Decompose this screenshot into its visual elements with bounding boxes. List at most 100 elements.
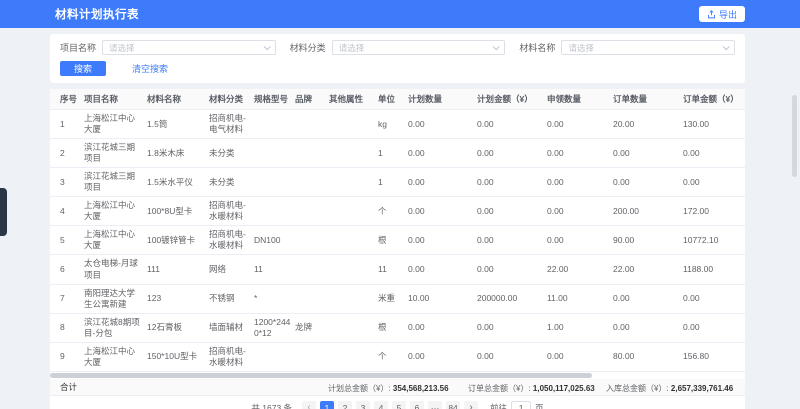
table-cell: 米重 (376, 284, 406, 313)
table-body: 1上海松江中心大厦1.5筒招商机电-电气材料kg0.000.000.0020.0… (50, 110, 745, 372)
table-cell: 10772.10 (681, 226, 745, 255)
table-cell: 0.00 (475, 313, 545, 342)
pagination-next-button[interactable]: › (464, 401, 478, 409)
table-cell: 1188.00 (681, 255, 745, 284)
table-row: 9上海松江中心大厦150*10U型卡招商机电-水暖材料个0.000.000.00… (50, 342, 745, 371)
table-cell: 0.00 (681, 168, 745, 197)
table-cell: 1.5筒 (145, 110, 207, 139)
table-cell: 0.00 (475, 342, 545, 371)
material-name-select[interactable]: 请选择 (561, 40, 735, 55)
project-name-select[interactable]: 请选择 (102, 40, 276, 55)
column-header-2: 材料名称 (145, 89, 207, 110)
table-cell: 个 (376, 342, 406, 371)
filter-row: 项目名称 请选择 材料分类 请选择 材料名称 请选择 (60, 40, 735, 55)
sidebar-collapse-handle[interactable] (0, 188, 7, 236)
table-cell: 未分类 (207, 139, 252, 168)
table-cell (293, 342, 327, 371)
table-row: 3滨江花城三期项目1.5米水平仪未分类10.000.000.000.000.00 (50, 168, 745, 197)
table-cell: 0.00 (475, 139, 545, 168)
table-cell: 11.00 (545, 284, 611, 313)
horizontal-scrollbar-thumb[interactable] (50, 373, 592, 378)
column-header-10: 申领数量 (545, 89, 611, 110)
table-cell: 太仓电梯-月球项目 (82, 255, 145, 284)
clear-search-button[interactable]: 清空搜索 (132, 62, 168, 75)
table-cell: * (252, 284, 293, 313)
page-button-1[interactable]: 1 (320, 401, 334, 409)
table-cell: 墙面辅材 (207, 313, 252, 342)
table-cell: 10.00 (406, 284, 475, 313)
table-cell: 南阳理达大学生公寓新建 (82, 284, 145, 313)
page-button-4[interactable]: 4 (374, 401, 388, 409)
page-button-6[interactable]: 6 (410, 401, 424, 409)
chevron-down-icon (723, 43, 730, 50)
table-cell: 12石膏板 (145, 313, 207, 342)
table-cell: 172.00 (681, 197, 745, 226)
table-cell: 0.00 (406, 255, 475, 284)
table-cell (327, 197, 376, 226)
page-button-2[interactable]: 2 (338, 401, 352, 409)
table-cell: 0.00 (545, 226, 611, 255)
column-header-0: 序号 (50, 89, 82, 110)
pagination-ellipsis[interactable]: ··· (428, 401, 442, 409)
table-row: 8滨江花城8期项目-分包12石膏板墙面辅材1200*2440*12龙牌根0.00… (50, 313, 745, 342)
table-header-row: 序号项目名称材料名称材料分类规格型号品牌其他属性单位计划数量计划金额（¥）申领数… (50, 89, 745, 110)
column-header-1: 项目名称 (82, 89, 145, 110)
column-header-12: 订单金额（¥） (681, 89, 745, 110)
page-jump-input[interactable] (511, 401, 531, 409)
project-name-placeholder: 请选择 (109, 42, 135, 54)
page-jumper: 前往 页 (490, 401, 544, 409)
table-cell: 1 (376, 168, 406, 197)
table-cell: 1200*2440*12 (252, 313, 293, 342)
table-cell (293, 197, 327, 226)
table-cell: 0.00 (406, 110, 475, 139)
material-name-label: 材料名称 (519, 41, 555, 54)
search-button[interactable]: 搜索 (60, 61, 106, 76)
column-header-3: 材料分类 (207, 89, 252, 110)
table-cell: 1 (50, 110, 82, 139)
chevron-down-icon (263, 43, 270, 50)
table-cell: 0.00 (545, 110, 611, 139)
pagination-prev-button[interactable]: ‹ (302, 401, 316, 409)
vertical-scrollbar[interactable] (792, 95, 797, 177)
project-name-label: 项目名称 (60, 41, 96, 54)
table-cell: 个 (376, 197, 406, 226)
table-row: 2滨江花城三期项目1.8米木床未分类10.000.000.000.000.00 (50, 139, 745, 168)
table-cell: 0.00 (681, 284, 745, 313)
page-button-3[interactable]: 3 (356, 401, 370, 409)
table-cell: 22.00 (545, 255, 611, 284)
table-cell (293, 284, 327, 313)
table-cell: 0.00 (545, 342, 611, 371)
jump-suffix-label: 页 (535, 402, 544, 409)
table-cell: 上海松江中心大厦 (82, 197, 145, 226)
table-cell: 不锈钢 (207, 284, 252, 313)
table-cell: 滨江花城三期项目 (82, 139, 145, 168)
table-cell: 0.00 (545, 139, 611, 168)
table-cell (252, 342, 293, 371)
pagination: 共 1673 条 ‹ 123456 ··· 84 › 前往 页 (50, 401, 745, 409)
table-cell: 根 (376, 226, 406, 255)
inbound-total-amount: 入库总金额（¥）: 2,657,339,761.46 (606, 383, 733, 394)
page-button-5[interactable]: 5 (392, 401, 406, 409)
material-name-placeholder: 请选择 (568, 42, 594, 54)
table-row: 6太仓电梯-月球项目111网络11110.000.0022.0022.00118… (50, 255, 745, 284)
pagination-total: 共 1673 条 (251, 402, 292, 409)
table-cell (252, 168, 293, 197)
table-cell: 滨江花城8期项目-分包 (82, 313, 145, 342)
filter-buttons: 搜索 清空搜索 (60, 61, 735, 76)
page-button-84[interactable]: 84 (446, 401, 460, 409)
app-root: 材料计划执行表 导出 项目名称 请选择 材料分类 (0, 0, 800, 409)
table-row: 4上海松江中心大厦100*8U型卡招商机电-水暖材料个0.000.000.002… (50, 197, 745, 226)
table-cell (327, 313, 376, 342)
table-cell: 0.00 (406, 139, 475, 168)
table-cell: 招商机电-电气材料 (207, 110, 252, 139)
table-cell (252, 197, 293, 226)
column-header-11: 订单数量 (611, 89, 681, 110)
table-cell (252, 110, 293, 139)
table-cell: 1 (376, 139, 406, 168)
table-cell: 200000.00 (475, 284, 545, 313)
export-button[interactable]: 导出 (699, 6, 745, 22)
material-category-select[interactable]: 请选择 (332, 40, 506, 55)
table-cell (293, 168, 327, 197)
table-cell (293, 139, 327, 168)
table-cell: 150*10U型卡 (145, 342, 207, 371)
